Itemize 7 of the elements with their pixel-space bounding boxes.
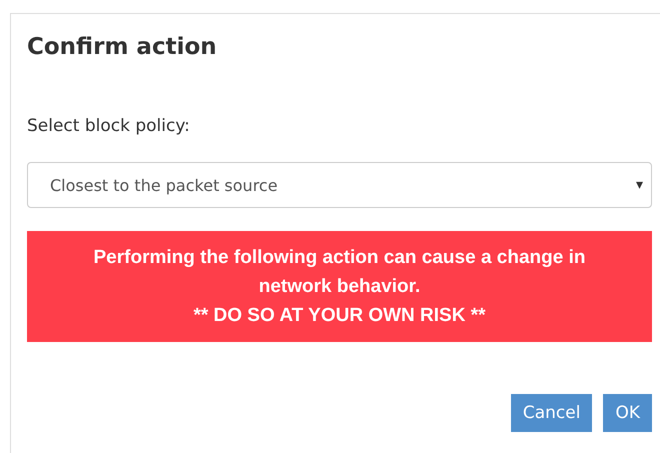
- policy-dropdown[interactable]: Closest to the packet source ▾: [27, 162, 652, 208]
- dialog-title: Confirm action: [27, 33, 218, 62]
- field-label: Select block policy:: [27, 115, 191, 138]
- ok-button[interactable]: OK: [603, 394, 652, 432]
- warning-text: Performing the following action can cause a change in network behavior.: [92, 246, 586, 299]
- cancel-button[interactable]: Cancel: [510, 394, 592, 432]
- warning-text: ** DO SO AT YOUR OWN RISK **: [192, 304, 487, 328]
